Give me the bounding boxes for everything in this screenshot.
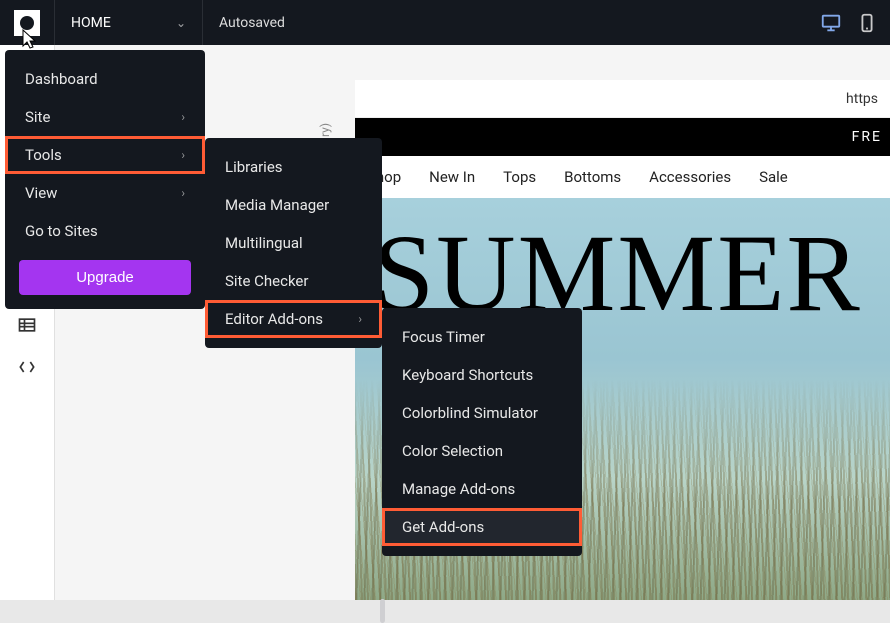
menu-label: Site — [25, 108, 50, 126]
tools-item-multilingual[interactable]: Multilingual — [205, 224, 382, 262]
nav-item[interactable]: Tops — [503, 168, 536, 186]
menu-label: Media Manager — [225, 196, 329, 214]
menu-label: Editor Add-ons — [225, 310, 323, 328]
menu-label: Dashboard — [25, 70, 98, 88]
menu-label: Go to Sites — [25, 222, 98, 240]
chevron-right-icon: › — [181, 148, 185, 162]
menu-label: Colorblind Simulator — [402, 404, 538, 422]
url-text: https — [846, 91, 878, 107]
home-label: HOME — [71, 15, 111, 31]
scroll-thumb[interactable] — [380, 599, 385, 623]
addons-item-colorblind-simulator[interactable]: Colorblind Simulator — [382, 394, 582, 432]
code-icon[interactable] — [17, 357, 37, 377]
menu-label: Color Selection — [402, 442, 503, 460]
topbar-right — [820, 12, 890, 34]
chevron-right-icon: › — [181, 186, 185, 200]
addons-item-color-selection[interactable]: Color Selection — [382, 432, 582, 470]
nav-item[interactable]: Accessories — [649, 168, 731, 186]
home-dropdown[interactable]: HOME ⌄ — [55, 0, 203, 45]
tools-item-editor-addons[interactable]: Editor Add-ons › — [205, 300, 382, 338]
site-banner: FRE — [355, 118, 890, 156]
top-bar: HOME ⌄ Autosaved — [0, 0, 890, 45]
site-nav: Shop New In Tops Bottoms Accessories Sal… — [355, 156, 890, 198]
table-icon[interactable] — [17, 315, 37, 335]
tools-item-libraries[interactable]: Libraries — [205, 148, 382, 186]
tools-item-media-manager[interactable]: Media Manager — [205, 186, 382, 224]
menu-label: Keyboard Shortcuts — [402, 366, 533, 384]
menu-item-site[interactable]: Site › — [5, 98, 205, 136]
menu-item-view[interactable]: View › — [5, 174, 205, 212]
url-bar[interactable]: https — [355, 80, 890, 118]
menu-label: Libraries — [225, 158, 283, 176]
menu-label: Get Add-ons — [402, 518, 484, 536]
nav-item[interactable]: New In — [429, 168, 475, 186]
addons-item-keyboard-shortcuts[interactable]: Keyboard Shortcuts — [382, 356, 582, 394]
logo-icon — [14, 10, 40, 36]
main-menu: Dashboard Site › Tools › View › Go to Si… — [5, 50, 205, 309]
menu-item-tools[interactable]: Tools › — [5, 136, 205, 174]
desktop-icon[interactable] — [820, 12, 842, 34]
chevron-right-icon: › — [181, 110, 185, 124]
autosave-status: Autosaved — [203, 15, 301, 31]
addons-submenu: Focus Timer Keyboard Shortcuts Colorblin… — [382, 308, 582, 556]
tools-submenu: Libraries Media Manager Multilingual Sit… — [205, 138, 382, 348]
menu-item-dashboard[interactable]: Dashboard — [5, 60, 205, 98]
chevron-down-icon: ⌄ — [176, 16, 186, 30]
upgrade-wrap: Upgrade — [5, 250, 205, 299]
addons-item-focus-timer[interactable]: Focus Timer — [382, 318, 582, 356]
upgrade-button[interactable]: Upgrade — [19, 260, 191, 295]
sidebar-rotated-label: ry) — [318, 123, 332, 137]
chevron-right-icon: › — [358, 312, 362, 326]
banner-text: FRE — [852, 129, 882, 145]
nav-item[interactable]: Sale — [759, 168, 788, 186]
menu-item-go-to-sites[interactable]: Go to Sites — [5, 212, 205, 250]
menu-label: Site Checker — [225, 272, 308, 290]
menu-label: Focus Timer — [402, 328, 485, 346]
app-logo[interactable] — [0, 0, 55, 45]
menu-label: Tools — [25, 146, 62, 164]
menu-label: Multilingual — [225, 234, 303, 252]
menu-label: Manage Add-ons — [402, 480, 515, 498]
addons-item-get-addons[interactable]: Get Add-ons — [382, 508, 582, 546]
menu-label: View — [25, 184, 57, 202]
nav-item[interactable]: Bottoms — [564, 168, 621, 186]
addons-item-manage-addons[interactable]: Manage Add-ons — [382, 470, 582, 508]
mobile-icon[interactable] — [856, 12, 878, 34]
tools-item-site-checker[interactable]: Site Checker — [205, 262, 382, 300]
